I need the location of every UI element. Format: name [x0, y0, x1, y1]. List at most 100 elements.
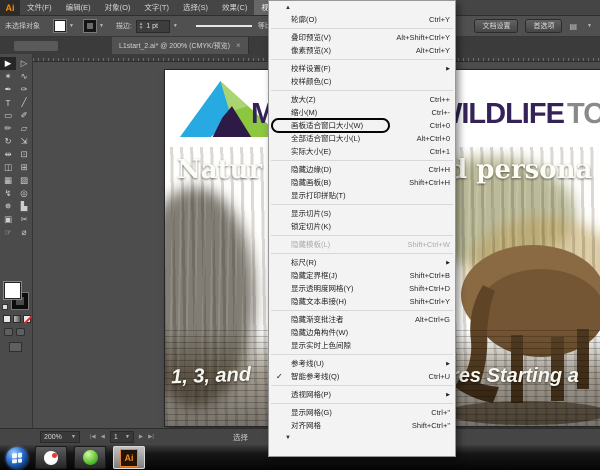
blend-tool[interactable]: ◎: [16, 187, 32, 200]
next-artboard-button[interactable]: ▶: [139, 434, 143, 440]
slice-tool[interactable]: ✂: [16, 213, 32, 226]
view-menu-item[interactable]: 显示打印拼贴(T): [269, 189, 455, 202]
scroll-up-arrow-icon[interactable]: ▲: [269, 2, 455, 13]
first-artboard-button[interactable]: |◀: [90, 434, 96, 440]
eyedropper-tool[interactable]: ↯: [0, 187, 16, 200]
perspective-grid-tool[interactable]: ⊞: [16, 161, 32, 174]
view-menu-item[interactable]: 隐藏文本串接(H) Shift+Ctrl+Y: [269, 295, 455, 308]
default-swatches-icon[interactable]: [2, 304, 8, 310]
flyer-caption-right: res Starting a: [451, 365, 579, 387]
view-menu-item[interactable]: 实际大小(E) Ctrl+1: [269, 145, 455, 158]
gradient-button[interactable]: [13, 315, 21, 323]
view-menu-item[interactable]: 对齐网格 Shift+Ctrl+": [269, 419, 455, 432]
view-menu-item[interactable]: 放大(Z) Ctrl++: [269, 93, 455, 106]
taskbar-media-player-button[interactable]: [35, 446, 67, 469]
view-menu-item[interactable]: 校样颜色(C): [269, 75, 455, 88]
view-menu-item[interactable]: 隐藏边缘(D) Ctrl+H: [269, 163, 455, 176]
rectangle-tool[interactable]: ▭: [0, 109, 16, 122]
draw-normal-button[interactable]: [4, 328, 13, 336]
menu-effect[interactable]: 效果(C): [215, 0, 254, 15]
draw-behind-button[interactable]: [16, 328, 25, 336]
pen-tool[interactable]: ✒: [0, 83, 16, 96]
panel-options-icon[interactable]: ▤: [569, 22, 577, 31]
artboard-tool[interactable]: ▣: [0, 213, 16, 226]
view-menu-item[interactable]: 隐藏边角构件(W): [269, 326, 455, 339]
view-menu-item[interactable]: 显示切片(S): [269, 207, 455, 220]
line-segment-tool[interactable]: ╱: [16, 96, 32, 109]
view-menu-item[interactable]: 显示网格(G) Ctrl+": [269, 406, 455, 419]
width-tool[interactable]: ⇹: [0, 148, 16, 161]
screen-mode-button[interactable]: [9, 342, 22, 352]
taskbar-browser-button[interactable]: [74, 446, 106, 469]
last-artboard-button[interactable]: ▶|: [148, 434, 154, 440]
color-button[interactable]: [3, 315, 11, 323]
close-tab-icon[interactable]: ×: [236, 41, 241, 50]
column-graph-tool[interactable]: ▙: [16, 200, 32, 213]
view-menu-item[interactable]: 校样设置(F) ▶: [269, 62, 455, 75]
menu-file[interactable]: 文件(F): [20, 0, 59, 15]
fill-swatch[interactable]: [4, 282, 21, 299]
menu-object[interactable]: 对象(O): [98, 0, 138, 15]
view-menu-item[interactable]: 叠印预览(V) Alt+Shift+Ctrl+Y: [269, 31, 455, 44]
stepper-arrows-icon[interactable]: ▲ ▼: [139, 21, 143, 30]
mesh-tool[interactable]: ▦: [0, 174, 16, 187]
view-menu-item[interactable]: 隐藏定界框(J) Shift+Ctrl+B: [269, 269, 455, 282]
artboard-dropdown-icon[interactable]: ▼: [125, 434, 130, 440]
view-menu-item[interactable]: 全部适合窗口大小(L) Alt+Ctrl+0: [269, 132, 455, 145]
free-transform-tool[interactable]: ⊡: [16, 148, 32, 161]
zoom-level-select[interactable]: 200% ▼: [40, 431, 80, 443]
view-menu-item[interactable]: 画板适合窗口大小(W) Ctrl+0: [269, 118, 455, 133]
view-menu-item[interactable]: ✓ 智能参考线(Q) Ctrl+U: [269, 370, 455, 383]
stroke-weight-dropdown-icon[interactable]: ▼: [173, 23, 178, 29]
menu-type[interactable]: 文字(T): [137, 0, 176, 15]
gradient-tool[interactable]: ▨: [16, 174, 32, 187]
curvature-tool[interactable]: ✑: [16, 83, 32, 96]
view-menu-item[interactable]: 参考线(U) ▶: [269, 357, 455, 370]
eraser-tool[interactable]: ▱: [16, 122, 32, 135]
magic-wand-tool[interactable]: ✶: [0, 70, 16, 83]
preferences-button[interactable]: 首选项: [525, 19, 563, 33]
windows-logo-icon: [12, 451, 22, 464]
panel-options-dropdown-icon[interactable]: ▼: [587, 23, 592, 29]
previous-artboard-button[interactable]: ◀: [101, 434, 105, 440]
view-menu-item[interactable]: 标尺(R) ▶: [269, 256, 455, 269]
stroke-color-swatch[interactable]: [83, 20, 96, 32]
artboard-number-select[interactable]: 1 ▼: [109, 431, 134, 443]
scale-tool[interactable]: ⇲: [16, 135, 32, 148]
lasso-tool[interactable]: ∿: [16, 70, 32, 83]
zoom-tool[interactable]: ⌀: [16, 226, 32, 239]
view-menu-item[interactable]: 缩小(M) Ctrl+-: [269, 106, 455, 119]
none-button[interactable]: [23, 315, 31, 323]
document-tab[interactable]: L1start_2.ai* @ 200% (CMYK/预览) ×: [112, 37, 249, 54]
menu-edit[interactable]: 编辑(E): [59, 0, 98, 15]
view-menu-item[interactable]: 轮廓(O) Ctrl+Y: [269, 13, 455, 26]
start-button[interactable]: [6, 446, 28, 469]
hand-tool[interactable]: ☞: [0, 226, 16, 239]
paintbrush-tool[interactable]: ✐: [16, 109, 32, 122]
document-setup-button[interactable]: 文档设置: [474, 19, 519, 33]
view-menu-item[interactable]: 显示透明度网格(Y) Shift+Ctrl+D: [269, 282, 455, 295]
fill-dropdown-icon[interactable]: ▼: [69, 23, 74, 29]
view-menu-item[interactable]: 锁定切片(K): [269, 220, 455, 233]
taskbar-illustrator-button[interactable]: Ai: [113, 446, 145, 469]
stroke-dropdown-icon[interactable]: ▼: [99, 23, 104, 29]
direct-selection-tool[interactable]: ▷: [16, 57, 32, 70]
view-menu-item[interactable]: 像素预览(X) Alt+Ctrl+Y: [269, 44, 455, 57]
submenu-arrow-icon: ▶: [446, 391, 450, 398]
scroll-down-arrow-icon[interactable]: ▼: [269, 432, 455, 443]
rotate-tool[interactable]: ↻: [0, 135, 16, 148]
view-menu-item[interactable]: 透视网格(P) ▶: [269, 388, 455, 401]
workspace-chip[interactable]: [14, 41, 58, 51]
shape-builder-tool[interactable]: ◫: [0, 161, 16, 174]
view-menu-item[interactable]: 隐藏画板(B) Shift+Ctrl+H: [269, 176, 455, 189]
view-menu-item[interactable]: 隐藏渐变批注者 Alt+Ctrl+G: [269, 313, 455, 326]
selection-tool[interactable]: ▶: [0, 57, 16, 70]
stroke-weight-stepper[interactable]: ▲ ▼ 1 pt: [135, 19, 170, 33]
pencil-tool[interactable]: ✏: [0, 122, 16, 135]
fill-color-swatch[interactable]: [54, 20, 66, 32]
symbol-sprayer-tool[interactable]: ✵: [0, 200, 16, 213]
menu-select[interactable]: 选择(S): [176, 0, 215, 15]
view-menu-item[interactable]: 显示实时上色间隙: [269, 339, 455, 352]
type-tool[interactable]: T: [0, 96, 16, 109]
zoom-dropdown-icon[interactable]: ▼: [71, 434, 76, 440]
